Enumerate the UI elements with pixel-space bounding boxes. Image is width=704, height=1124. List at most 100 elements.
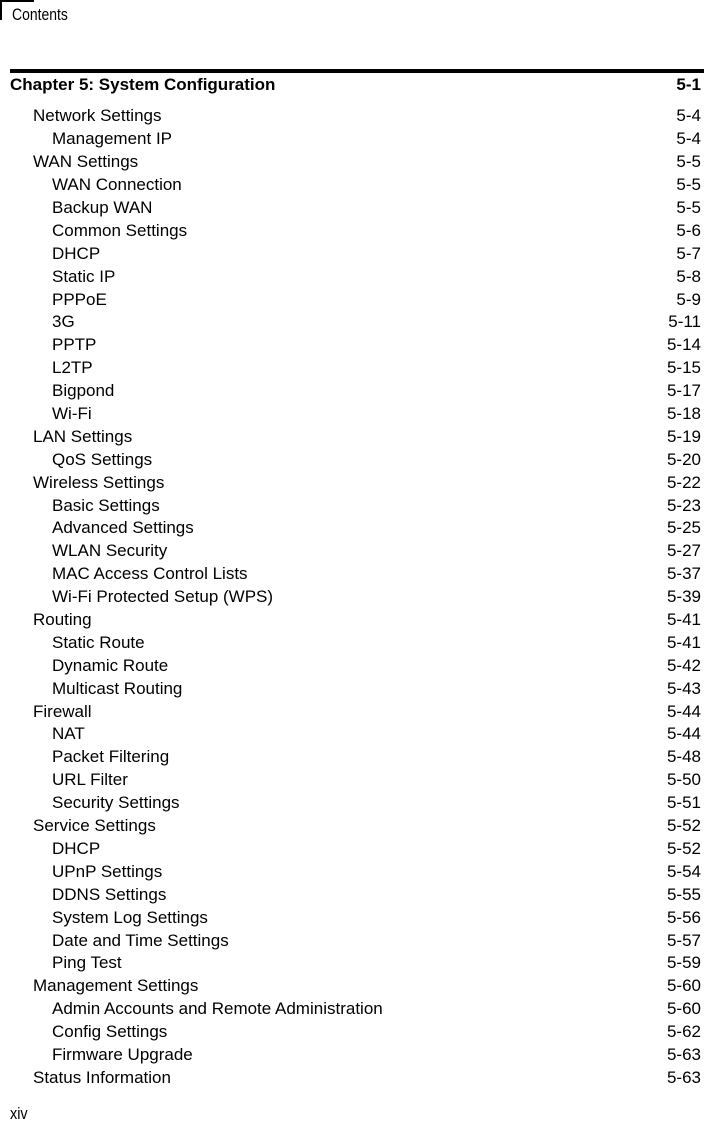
toc-subsection-entry[interactable]: PPTP 5-14: [0, 334, 701, 357]
toc-entry-page: 5-15: [666, 358, 701, 378]
toc-subsection-entry[interactable]: Ping Test 5-59: [0, 952, 701, 975]
toc-subsection-entry[interactable]: Date and Time Settings 5-57: [0, 929, 701, 952]
toc-entry-label: Packet Filtering: [52, 747, 170, 767]
toc-subsection-entry[interactable]: Basic Settings 5-23: [0, 494, 701, 517]
toc-subsection-entry[interactable]: Dynamic Route 5-42: [0, 654, 701, 677]
toc-entry-page: 5-5: [676, 198, 701, 217]
toc-subsection-entry[interactable]: Common Settings 5-6: [0, 219, 701, 242]
toc-entry-page: 5-55: [666, 884, 701, 904]
toc-entry-page: 5-59: [666, 953, 701, 973]
toc-entry-page: 5-19: [666, 426, 701, 446]
toc-entry-label: Dynamic Route: [52, 655, 169, 675]
toc-section-entry[interactable]: Service Settings 5-52: [0, 815, 701, 838]
chapter-entry[interactable]: Chapter 5: System Configuration 5-1: [10, 74, 701, 96]
toc-entry-page: 5-27: [666, 541, 701, 561]
toc-entry-label: Security Settings: [52, 793, 180, 813]
toc-subsection-entry[interactable]: WLAN Security 5-27: [0, 540, 701, 563]
toc-subsection-entry[interactable]: Advanced Settings 5-25: [0, 517, 701, 540]
toc-subsection-entry[interactable]: DHCP 5-52: [0, 838, 701, 861]
toc-entry-page: 5-9: [676, 289, 701, 309]
toc-subsection-entry[interactable]: 3G 5-11: [0, 311, 701, 334]
toc-entry-label: Wireless Settings: [33, 472, 165, 492]
page-number: xiv: [10, 1104, 28, 1123]
running-header: Contents: [12, 5, 68, 24]
toc-entry-label: Routing: [33, 610, 92, 630]
toc-subsection-entry[interactable]: Config Settings 5-62: [0, 1021, 701, 1044]
toc-entry-label: DDNS Settings: [52, 884, 167, 904]
toc-entry-page: 5-4: [676, 129, 701, 149]
toc-entry-label: Advanced Settings: [52, 518, 194, 538]
toc-subsection-entry[interactable]: L2TP 5-15: [0, 357, 701, 380]
toc-entry-page: 5-7: [676, 243, 701, 263]
toc-subsection-entry[interactable]: Packet Filtering 5-48: [0, 746, 701, 769]
toc-entry-page: 5-57: [666, 930, 701, 950]
toc-entry-page: 5-4: [676, 106, 701, 126]
toc-entry-page: 5-43: [666, 678, 701, 698]
toc-entry-page: 5-18: [666, 404, 701, 424]
toc-subsection-entry[interactable]: URL Filter 5-50: [0, 769, 701, 792]
toc-entry-page: 5-6: [676, 220, 701, 240]
toc-entry-label: Admin Accounts and Remote Administration: [52, 999, 383, 1019]
toc-subsection-entry[interactable]: Firmware Upgrade 5-63: [0, 1044, 701, 1067]
toc-subsection-entry[interactable]: PPPoE 5-9: [0, 288, 701, 311]
toc-entry-label: Multicast Routing: [52, 678, 183, 698]
toc-subsection-entry[interactable]: NAT 5-44: [0, 723, 701, 746]
toc-subsection-entry[interactable]: WAN Connection 5-5: [0, 174, 701, 197]
toc-entry-label: WLAN Security: [52, 541, 168, 561]
toc-section-entry[interactable]: Status Information 5-63: [0, 1066, 701, 1089]
toc-subsection-entry[interactable]: Wi-Fi Protected Setup (WPS) 5-39: [0, 586, 701, 609]
chapter-title: Chapter 5: System Configuration: [10, 75, 276, 94]
toc-subsection-entry[interactable]: DDNS Settings 5-55: [0, 883, 701, 906]
toc-entry-label: 3G: [52, 312, 75, 332]
toc-entry-page: 5-51: [666, 793, 701, 813]
toc-subsection-entry[interactable]: QoS Settings 5-20: [0, 448, 701, 471]
toc-entry-label: Static Route: [52, 632, 145, 652]
toc-subsection-entry[interactable]: Bigpond 5-17: [0, 380, 701, 403]
toc-subsection-entry[interactable]: Static IP 5-8: [0, 265, 701, 288]
toc-subsection-entry[interactable]: Backup WAN 5-5: [0, 197, 701, 220]
toc-entry-page: 5-56: [666, 907, 701, 927]
toc-entry-label: UPnP Settings: [52, 861, 163, 881]
toc-section-entry[interactable]: Routing 5-41: [0, 609, 701, 632]
toc-entry-page: 5-5: [676, 175, 701, 195]
toc-subsection-entry[interactable]: Admin Accounts and Remote Administration…: [0, 998, 701, 1021]
toc-subsection-entry[interactable]: DHCP 5-7: [0, 242, 701, 265]
toc-entry-page: 5-52: [666, 816, 701, 836]
toc-entry-page: 5-50: [666, 770, 701, 790]
toc-entry-page: 5-62: [666, 1022, 701, 1042]
toc-entry-page: 5-52: [666, 838, 701, 858]
toc-section-entry[interactable]: Wireless Settings 5-22: [0, 471, 701, 494]
toc-subsection-entry[interactable]: System Log Settings 5-56: [0, 906, 701, 929]
toc-entry-label: System Log Settings: [52, 907, 208, 927]
toc-entry-label: DHCP: [52, 243, 101, 263]
toc-subsection-entry[interactable]: Multicast Routing 5-43: [0, 677, 701, 700]
toc-entry-label: Firewall: [33, 701, 92, 721]
toc-subsection-entry[interactable]: Management IP 5-4: [0, 128, 701, 151]
toc-section-entry[interactable]: Network Settings 5-4: [0, 105, 701, 128]
toc-section-entry[interactable]: LAN Settings 5-19: [0, 425, 701, 448]
toc-subsection-entry[interactable]: Static Route 5-41: [0, 631, 701, 654]
toc-subsection-entry[interactable]: Security Settings 5-51: [0, 792, 701, 815]
toc-entry-label: Management Settings: [33, 976, 199, 996]
toc-section-entry[interactable]: WAN Settings 5-5: [0, 151, 701, 174]
toc-subsection-entry[interactable]: MAC Access Control Lists 5-37: [0, 563, 701, 586]
toc-section-entry[interactable]: Firewall 5-44: [0, 700, 701, 723]
toc-entry-label: PPPoE: [52, 289, 107, 309]
toc-subsection-entry[interactable]: UPnP Settings 5-54: [0, 860, 701, 883]
toc-entry-label: Management IP: [52, 129, 173, 149]
toc-entry-label: LAN Settings: [33, 426, 133, 446]
chapter-rule: [10, 69, 704, 73]
toc-entry-page: 5-8: [676, 266, 701, 286]
toc-subsection-entry[interactable]: Wi-Fi 5-18: [0, 403, 701, 426]
toc-section-entry[interactable]: Management Settings 5-60: [0, 975, 701, 998]
toc-entry-label: Config Settings: [52, 1022, 168, 1042]
toc-entry-label: PPTP: [52, 335, 97, 355]
toc-entry-label: Network Settings: [33, 106, 162, 126]
toc-entry-page: 5-42: [666, 655, 701, 675]
toc-entry-page: 5-22: [666, 472, 701, 492]
chapter-page: 5-1: [676, 75, 701, 94]
toc-entry-page: 5-20: [666, 449, 701, 469]
toc-entry-page: 5-63: [666, 1067, 701, 1087]
toc-entry-label: MAC Access Control Lists: [52, 564, 248, 584]
toc-entry-label: WAN Connection: [52, 175, 182, 195]
